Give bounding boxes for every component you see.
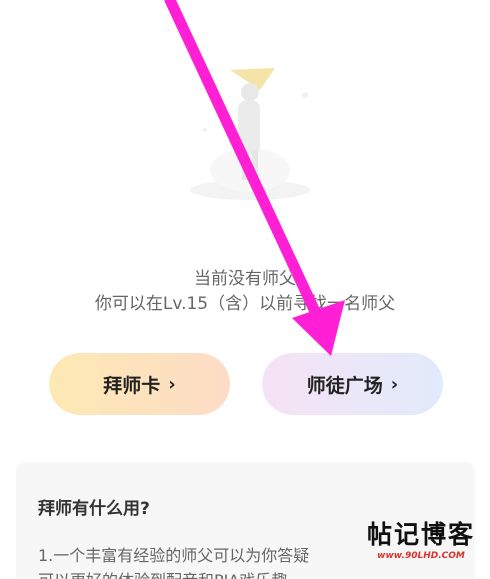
chevron-right-icon: › (168, 373, 176, 395)
apprentice-card-button[interactable]: 拜师卡 › (49, 353, 230, 415)
info-title: 拜师有什么用? (38, 499, 150, 519)
apprentice-card-label: 拜师卡 (103, 374, 161, 397)
info-text-line: 可以更好的体验到配音和PIA戏乐趣 (38, 567, 287, 579)
empty-state-title: 当前没有师父 (194, 269, 296, 289)
empty-state-illustration (175, 50, 325, 210)
info-text-line: 1.一个丰富有经验的师父可以为你答疑 (38, 546, 310, 565)
watermark-url: www.90LHD.COM (377, 551, 465, 561)
mentor-plaza-button[interactable]: 师徒广场 › (262, 353, 443, 415)
chevron-right-icon: › (390, 373, 399, 395)
mentor-plaza-label: 师徒广场 (306, 374, 383, 397)
watermark: 帖记博客 www.90LHD.COM (356, 520, 486, 574)
empty-state-hint: 你可以在Lv.15（含）以前寻找一名师父 (94, 294, 396, 314)
watermark-title: 帖记博客 (366, 520, 475, 549)
